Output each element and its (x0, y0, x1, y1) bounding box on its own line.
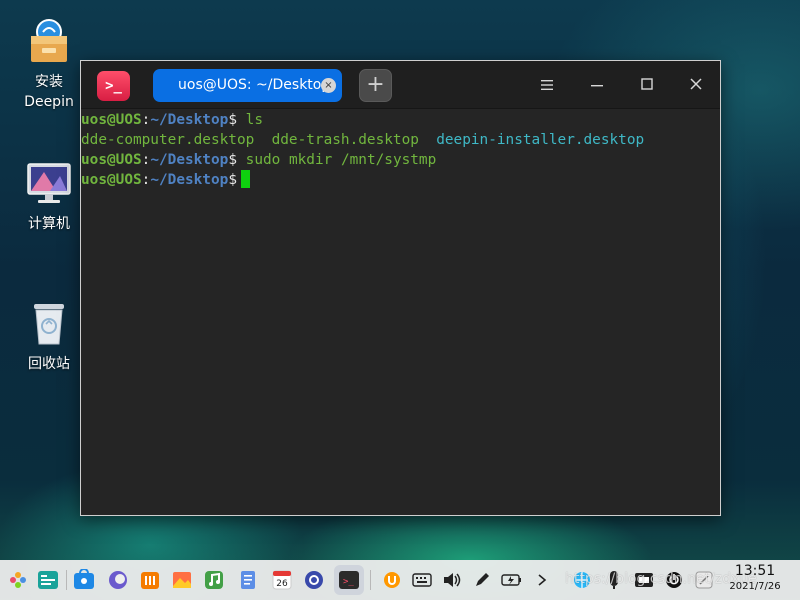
prompt-dollar: $ (228, 112, 237, 128)
power-icon[interactable] (660, 566, 688, 594)
close-tab-icon[interactable]: × (321, 78, 336, 93)
close-icon (690, 78, 702, 90)
multitasking-icon[interactable] (34, 566, 62, 594)
trash-bin-icon (26, 300, 72, 346)
music-box-icon[interactable] (136, 566, 164, 594)
launcher-icon[interactable] (4, 566, 32, 594)
calendar-day-label: 26 (276, 579, 288, 589)
app-store-icon[interactable] (70, 566, 98, 594)
file-entry: dde-computer.desktop (81, 132, 255, 148)
computer-monitor-icon (26, 160, 72, 206)
minimize-icon (591, 85, 603, 87)
desktop-icon-label: 计算机 (28, 216, 70, 232)
terminal-app-icon[interactable]: >_ (97, 71, 130, 101)
photos-icon[interactable] (168, 566, 196, 594)
desktop-icon-installer[interactable]: 安装 Deepin (9, 18, 89, 112)
terminal-line: uos@UOS:~/Desktop$ sudo mkdir /mnt/systm… (81, 150, 720, 170)
taskbar: 26 >_ https://blog.csdn.net/zdxue 13:51 (0, 560, 800, 600)
close-window-button[interactable] (679, 69, 713, 103)
battery-icon[interactable] (498, 566, 526, 594)
network-icon[interactable] (568, 566, 596, 594)
assistant-icon[interactable] (690, 566, 718, 594)
notification-icon[interactable] (600, 566, 628, 594)
volume-icon[interactable] (438, 566, 466, 594)
installer-box-icon (26, 18, 72, 64)
file-entry: deepin-installer.desktop (436, 132, 645, 148)
prompt-user: uos@UOS (81, 172, 142, 188)
desktop-icon-computer[interactable]: 计算机 (9, 160, 89, 234)
documents-icon[interactable] (234, 566, 262, 594)
desktop-icon-trash[interactable]: 回收站 (9, 300, 89, 374)
menu-button[interactable] (530, 69, 564, 103)
clock[interactable]: 13:51 2021/7/26 (724, 562, 786, 594)
terminal-icon[interactable]: >_ (334, 565, 364, 595)
expand-arrow-icon[interactable] (528, 566, 556, 594)
settings-icon[interactable] (300, 566, 328, 594)
desktop-icon-label: 安装 Deepin (24, 74, 74, 110)
terminal-titlebar[interactable]: >_ uos@UOS: ~/Desktop × + (81, 61, 720, 109)
terminal-line: uos@UOS:~/Desktop$ (81, 170, 720, 190)
prompt-user: uos@UOS (81, 152, 142, 168)
terminal-window[interactable]: >_ uos@UOS: ~/Desktop × + uos@UOS:~/Desk… (80, 60, 721, 516)
prompt-path: ~/Desktop (150, 112, 229, 128)
prompt-path: ~/Desktop (150, 172, 229, 188)
browser-icon[interactable] (104, 566, 132, 594)
command-text: sudo mkdir /mnt/systmp (245, 152, 437, 168)
hamburger-menu-icon (541, 80, 553, 90)
pen-icon[interactable] (468, 566, 496, 594)
svg-text:>_: >_ (343, 577, 354, 587)
tab-terminal[interactable]: uos@UOS: ~/Desktop × (153, 69, 342, 102)
file-entry: dde-trash.desktop (271, 132, 419, 148)
music-icon[interactable] (200, 566, 228, 594)
input-method-icon[interactable] (378, 566, 406, 594)
calendar-icon[interactable]: 26 (268, 566, 296, 594)
command-text: ls (245, 112, 263, 128)
prompt-dollar: $ (228, 172, 237, 188)
screenshot-icon[interactable] (630, 566, 658, 594)
clock-date: 2021/7/26 (729, 581, 781, 592)
minimize-button[interactable] (580, 69, 614, 103)
prompt-dollar: $ (228, 152, 237, 168)
taskbar-divider (370, 570, 371, 590)
terminal-line: dde-computer.desktop dde-trash.desktop d… (81, 130, 720, 150)
terminal-line: uos@UOS:~/Desktop$ ls (81, 110, 720, 130)
taskbar-divider (66, 570, 67, 590)
prompt-path: ~/Desktop (150, 152, 229, 168)
keyboard-icon[interactable] (408, 566, 436, 594)
tab-label: uos@UOS: ~/Desktop (178, 77, 331, 93)
desktop-icon-label: 回收站 (28, 356, 70, 372)
maximize-icon (641, 78, 653, 90)
clock-time: 13:51 (734, 563, 776, 579)
terminal-output[interactable]: uos@UOS:~/Desktop$ ls dde-computer.deskt… (81, 109, 720, 190)
text-cursor (240, 170, 250, 188)
prompt-user: uos@UOS (81, 112, 142, 128)
new-tab-button[interactable]: + (359, 69, 392, 102)
maximize-button[interactable] (630, 69, 664, 103)
